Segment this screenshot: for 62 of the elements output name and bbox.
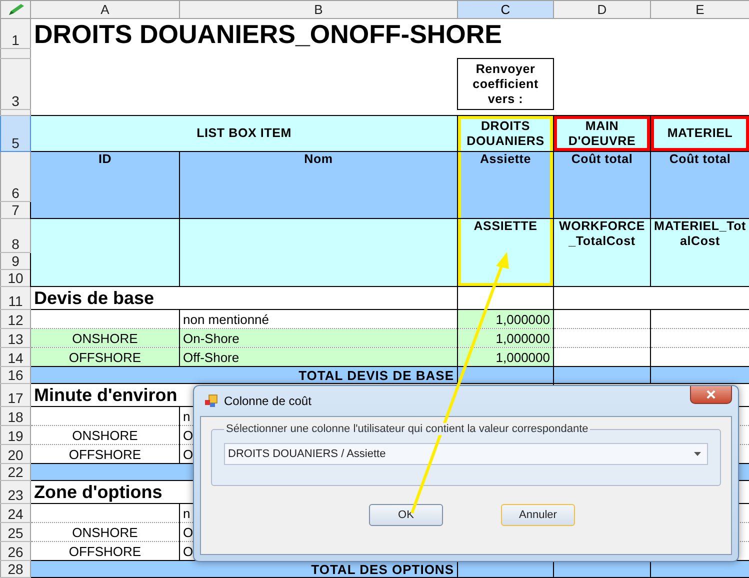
window-icon [204, 394, 218, 408]
group-label: Sélectionner une colonne l'utilisateur qui contient la valeur correspondante [224, 423, 590, 435]
row-header[interactable]: 12 [0, 310, 30, 328]
row-header[interactable]: 19 [0, 426, 30, 444]
table-cell: ONSHORE [30, 426, 180, 444]
row-header[interactable]: 22 [0, 464, 30, 480]
table-cell: WORKFORCE _TotalCost [554, 218, 650, 286]
table-cell: OFFSHORE [30, 348, 180, 366]
row-header[interactable]: 13 [0, 328, 30, 348]
table-cell: Coût total [650, 152, 749, 218]
table-cell: MATERIEL_TotalCost [650, 218, 749, 286]
row-header[interactable]: 28 [0, 560, 30, 578]
table-cell: MATERIEL [650, 116, 749, 152]
table-cell: 1,000000 [458, 348, 554, 366]
column-header[interactable]: E [650, 0, 749, 18]
row-header[interactable]: 25 [0, 522, 30, 542]
close-button[interactable] [690, 386, 732, 404]
table-cell: Nom [180, 152, 458, 218]
row-header[interactable]: 20 [0, 444, 30, 464]
column-header[interactable]: D [554, 0, 650, 18]
row-header[interactable]: 26 [0, 542, 30, 560]
table-cell: ID [30, 152, 180, 218]
table-cell: On-Shore [180, 328, 458, 348]
row-header[interactable]: 7 [0, 202, 30, 218]
column-header[interactable]: C [458, 0, 554, 18]
close-icon [706, 390, 716, 399]
row-header[interactable]: 16 [0, 366, 30, 384]
table-cell: 1,000000 [458, 310, 554, 328]
row-header[interactable]: 23 [0, 480, 30, 504]
row-header[interactable]: 3 [0, 58, 30, 110]
sheet-title: DROITS DOUANIERS_ONOFF-SHORE [34, 20, 502, 48]
row-header[interactable]: 17 [0, 384, 30, 406]
table-cell: MAIN D'OEUVRE [554, 116, 650, 152]
table-cell: Assiette [458, 152, 554, 218]
row-header[interactable]: 24 [0, 504, 30, 522]
row-header[interactable]: 5 [0, 116, 30, 152]
table-cell: ONSHORE [30, 522, 180, 542]
table-cell: Coût total [554, 152, 650, 218]
table-cell: 1,000000 [458, 328, 554, 348]
table-cell: DROITS DOUANIERS [458, 116, 554, 152]
row-header[interactable]: 11 [0, 286, 30, 310]
row-header[interactable]: 1 [0, 18, 30, 48]
row-header[interactable]: 9 [0, 252, 30, 270]
table-cell: LIST BOX ITEM [30, 116, 458, 152]
table-cell: Renvoyer coefficient vers : [458, 58, 554, 110]
row-header[interactable]: 18 [0, 406, 30, 426]
row-header[interactable]: 8 [0, 218, 30, 252]
column-dropdown[interactable]: DROITS DOUANIERS / Assiette [224, 443, 708, 465]
table-cell: ASSIETTE [458, 218, 554, 286]
dialog-button[interactable]: Annuler [501, 504, 575, 526]
column-header[interactable]: B [180, 0, 458, 18]
table-cell: Off-Shore [180, 348, 458, 366]
row-header[interactable]: 10 [0, 270, 30, 286]
dialog-title: Colonne de coût [224, 394, 312, 408]
total-label: TOTAL DES OPTIONS [30, 560, 458, 578]
table-cell: ONSHORE [30, 328, 180, 348]
column-header[interactable]: A [30, 0, 180, 18]
row-header[interactable]: 6 [0, 152, 30, 202]
total-label: TOTAL DEVIS DE BASE [30, 366, 458, 384]
caret-icon [694, 452, 701, 456]
row-header[interactable]: 14 [0, 348, 30, 366]
dialog-button[interactable]: OK [369, 504, 443, 526]
